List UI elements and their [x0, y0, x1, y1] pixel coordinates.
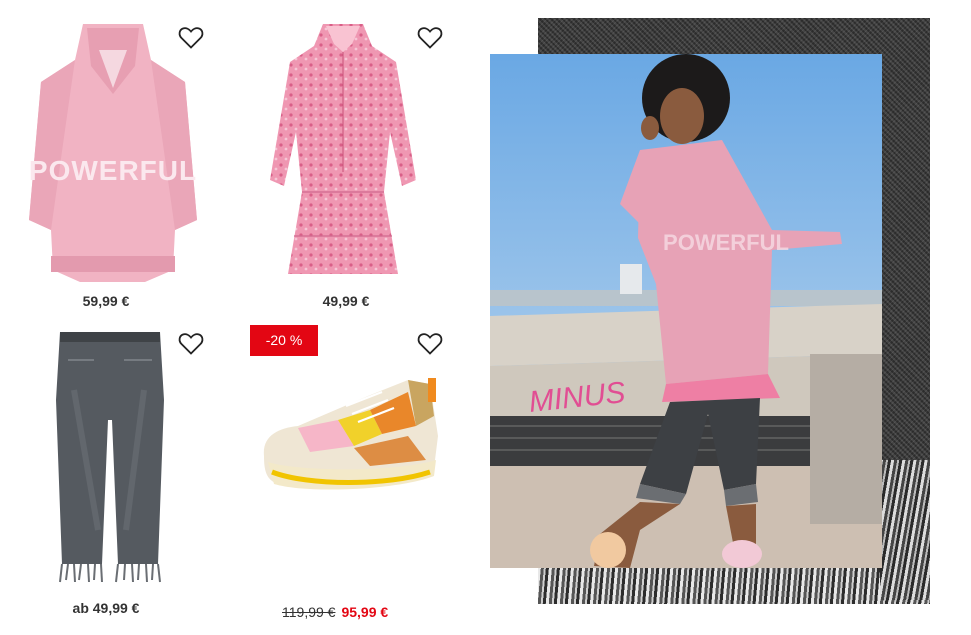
svg-text:POWERFUL: POWERFUL — [663, 230, 789, 255]
product-price: 49,99 € — [322, 293, 370, 309]
denim-fringe-decoration — [538, 566, 930, 604]
svg-text:POWERFUL: POWERFUL — [29, 155, 197, 186]
sale-price: 95,99 € — [341, 604, 389, 620]
product-image-jeans[interactable] — [54, 330, 166, 584]
wishlist-heart-icon[interactable] — [178, 26, 204, 50]
lifestyle-photo[interactable]: MINUS POWERFUL — [490, 54, 882, 568]
wishlist-heart-icon[interactable] — [178, 332, 204, 356]
product-tile-jeans[interactable]: ab 49,99 € — [20, 320, 210, 630]
denim-fringe-side-decoration — [880, 460, 930, 600]
product-price: ab 49,99 € — [72, 600, 140, 616]
product-image-dress[interactable] — [268, 22, 418, 280]
product-price: 59,99 € — [82, 293, 130, 309]
product-tile-sweater[interactable]: POWERFUL 59,99 € — [20, 14, 210, 314]
discount-badge: -20 % — [250, 325, 318, 356]
product-price: 119,99 € 95,99 € — [282, 604, 442, 620]
product-image-sweater[interactable]: POWERFUL — [25, 20, 200, 282]
product-tile-dress[interactable]: 49,99 € — [260, 14, 450, 314]
product-image-sneaker[interactable] — [258, 376, 446, 496]
wishlist-heart-icon[interactable] — [417, 26, 443, 50]
wishlist-heart-icon[interactable] — [417, 332, 443, 356]
original-price: 119,99 € — [282, 604, 336, 620]
product-tile-sneaker[interactable]: -20 % 119,99 € 95,99 € — [250, 320, 450, 630]
